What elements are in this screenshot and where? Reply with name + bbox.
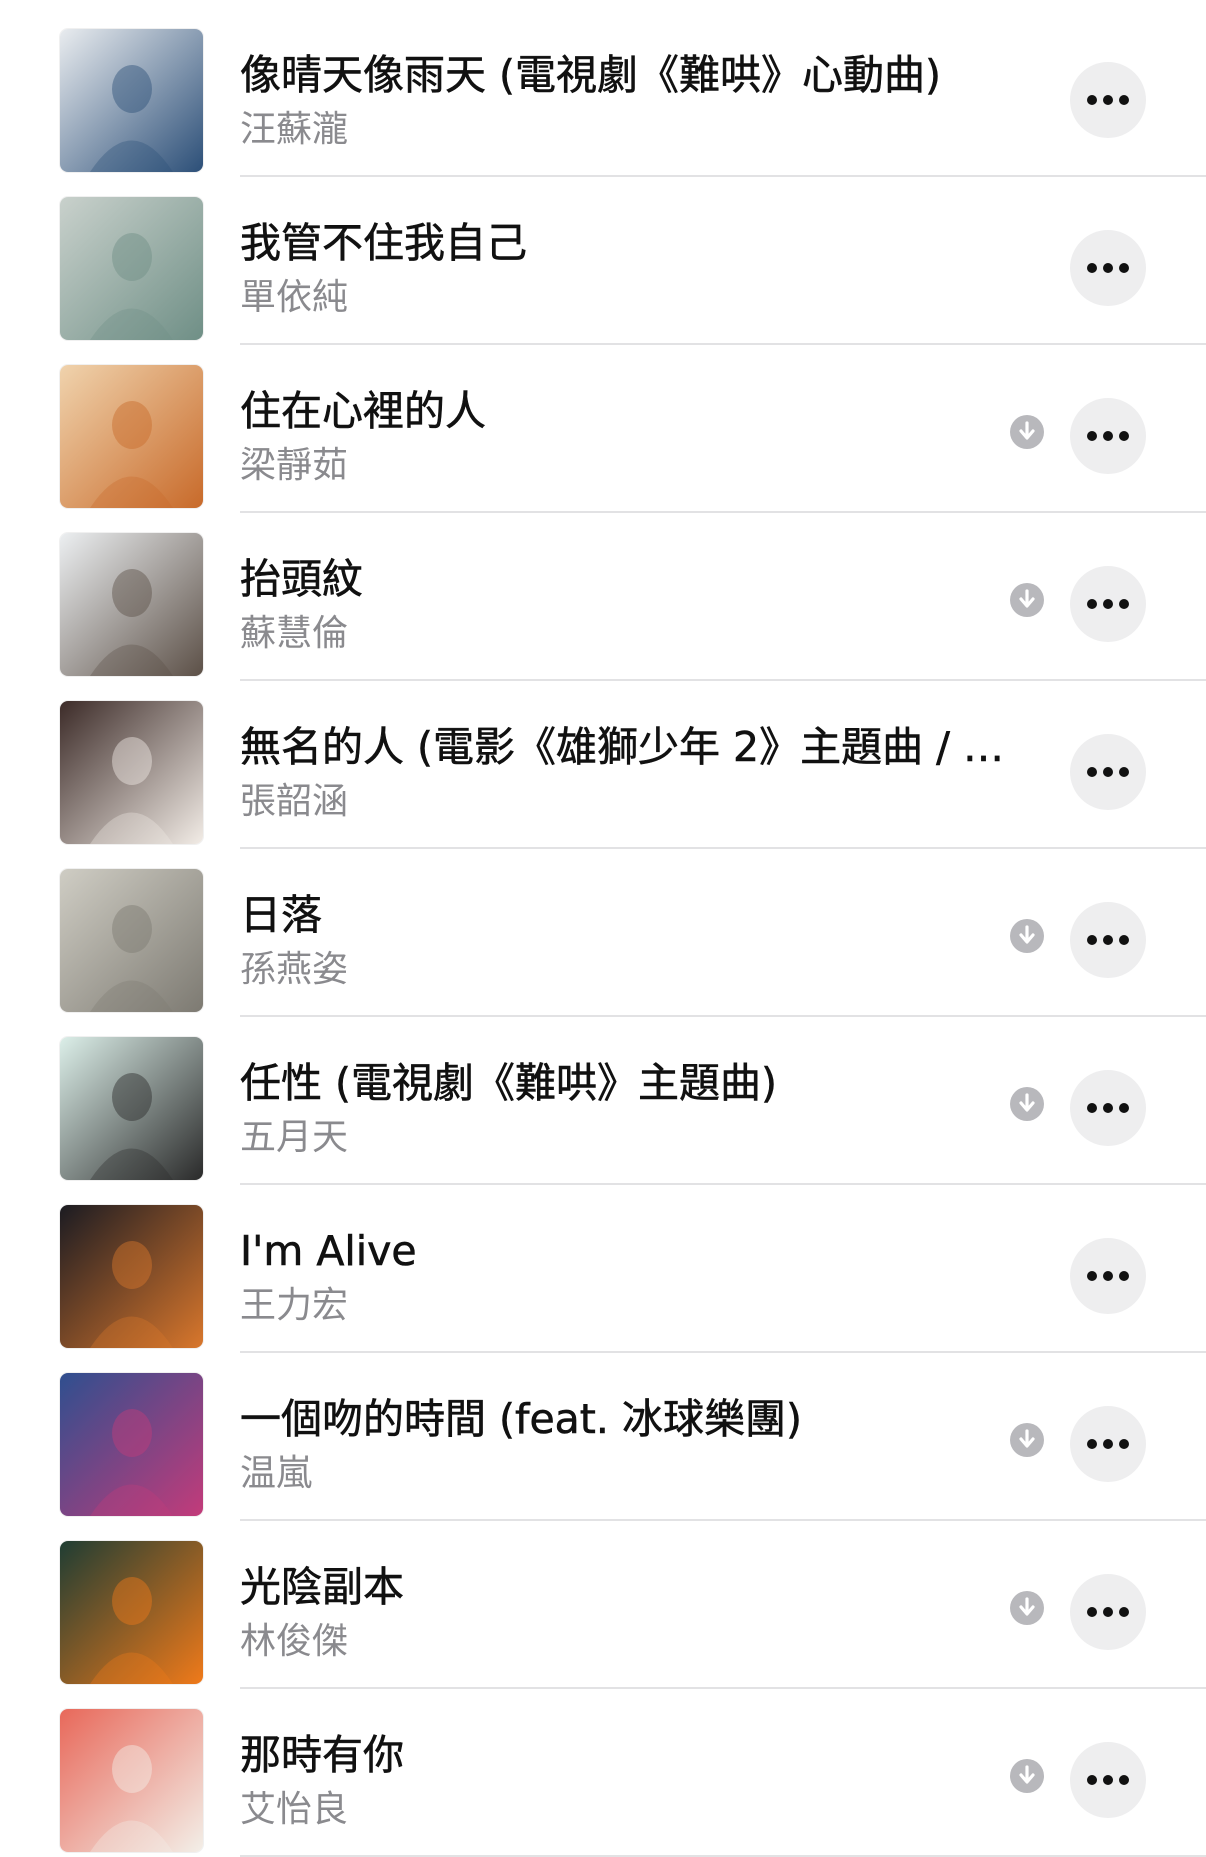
ellipsis-icon [1087,263,1129,273]
song-list: 像晴天像雨天 (電視劇《難哄》心動曲) 汪蘇瀧我管不住我自己單依純住在心裡的人梁靜… [0,0,1206,1857]
more-options-button[interactable] [1070,902,1146,978]
more-options-button[interactable] [1070,566,1146,642]
song-row[interactable]: 抬頭紋 蘇慧倫 [0,513,1206,681]
ellipsis-icon [1087,1271,1129,1281]
song-row[interactable]: 住在心裡的人 梁靜茹 [0,345,1206,513]
ellipsis-icon [1087,767,1129,777]
song-title: 一個吻的時間 (feat. 冰球樂團) [240,1395,802,1444]
more-options-button[interactable] [1070,62,1146,138]
song-row[interactable]: 無名的人 (電影《雄獅少年 2》主題曲 / 片… 張韶涵 [0,681,1206,849]
ellipsis-icon [1087,1607,1129,1617]
song-artist: 梁靜茹 [240,445,349,486]
song-title: 無名的人 (電影《雄獅少年 2》主題曲 / 片… [240,723,1020,772]
more-options-button[interactable] [1070,398,1146,474]
more-options-button[interactable] [1070,734,1146,810]
ellipsis-icon [1087,95,1129,105]
song-row[interactable]: 一個吻的時間 (feat. 冰球樂團) 温嵐 [0,1353,1206,1521]
album-artwork[interactable] [60,197,203,340]
more-options-button[interactable] [1070,230,1146,306]
more-options-button[interactable] [1070,1742,1146,1818]
song-artist: 孫燕姿 [240,949,349,990]
album-artwork[interactable] [60,1709,203,1852]
song-artist: 五月天 [240,1117,349,1158]
song-artist: 單依純 [240,277,349,318]
song-artist: 汪蘇瀧 [240,109,349,150]
song-artist: 林俊傑 [240,1621,349,1662]
download-icon[interactable] [1010,1591,1044,1625]
album-artwork[interactable] [60,1037,203,1180]
song-title: 我管不住我自己 [240,219,527,268]
ellipsis-icon [1087,1775,1129,1785]
song-title: 日落 [240,891,322,940]
song-artist: 張韶涵 [240,781,349,822]
ellipsis-icon [1087,1103,1129,1113]
more-options-button[interactable] [1070,1238,1146,1314]
more-options-button[interactable] [1070,1574,1146,1650]
song-title: 光陰副本 [240,1563,404,1612]
album-artwork[interactable] [60,365,203,508]
album-artwork[interactable] [60,1205,203,1348]
album-artwork[interactable] [60,701,203,844]
song-title: 像晴天像雨天 (電視劇《難哄》心動曲) [240,51,942,100]
song-row[interactable]: 像晴天像雨天 (電視劇《難哄》心動曲) 汪蘇瀧 [0,9,1206,177]
song-artist: 艾怡良 [240,1789,349,1830]
download-icon[interactable] [1010,1423,1044,1457]
ellipsis-icon [1087,935,1129,945]
download-icon[interactable] [1010,1759,1044,1793]
download-icon[interactable] [1010,583,1044,617]
album-artwork[interactable] [60,1541,203,1684]
song-artist: 王力宏 [240,1285,349,1326]
ellipsis-icon [1087,431,1129,441]
song-row[interactable]: 我管不住我自己單依純 [0,177,1206,345]
album-artwork[interactable] [60,869,203,1012]
song-row[interactable]: 任性 (電視劇《難哄》主題曲) 五月天 [0,1017,1206,1185]
download-icon[interactable] [1010,1087,1044,1121]
song-artist: 蘇慧倫 [240,613,349,654]
song-row[interactable]: I'm Alive 王力宏 [0,1185,1206,1353]
more-options-button[interactable] [1070,1070,1146,1146]
song-title: I'm Alive [240,1227,417,1276]
song-artist: 温嵐 [240,1453,313,1494]
song-title: 任性 (電視劇《難哄》主題曲) [240,1059,778,1108]
download-icon[interactable] [1010,415,1044,449]
song-title: 住在心裡的人 [240,387,486,436]
song-row[interactable]: 日落 孫燕姿 [0,849,1206,1017]
more-options-button[interactable] [1070,1406,1146,1482]
song-row[interactable]: 光陰副本 林俊傑 [0,1521,1206,1689]
album-artwork[interactable] [60,1373,203,1516]
download-icon[interactable] [1010,919,1044,953]
album-artwork[interactable] [60,29,203,172]
album-artwork[interactable] [60,533,203,676]
song-title: 抬頭紋 [240,555,363,604]
song-title: 那時有你 [240,1731,404,1780]
ellipsis-icon [1087,1439,1129,1449]
ellipsis-icon [1087,599,1129,609]
song-row[interactable]: 那時有你 艾怡良 [0,1689,1206,1857]
